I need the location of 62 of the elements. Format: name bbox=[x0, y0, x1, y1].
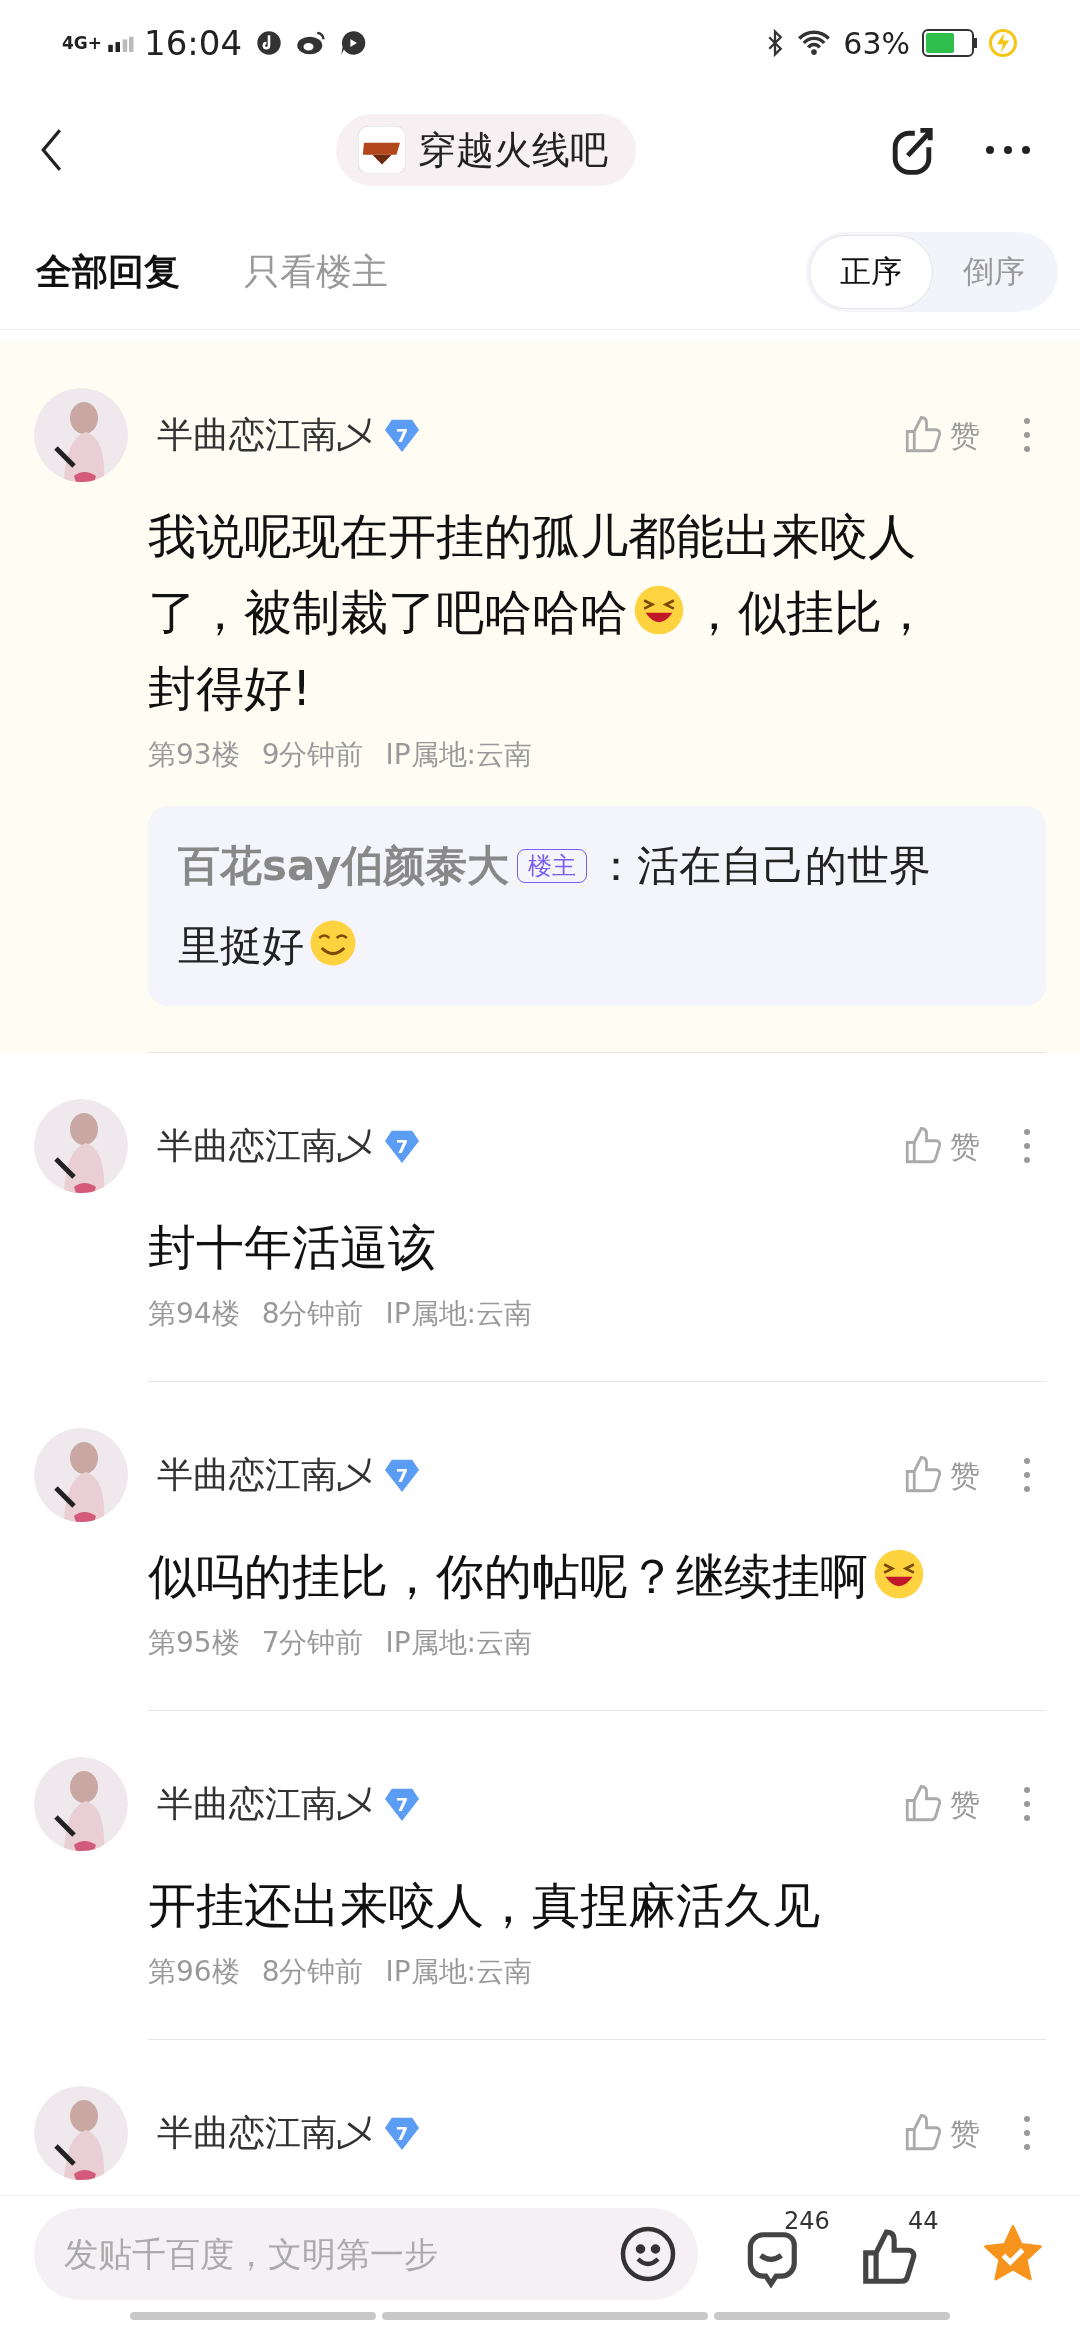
comment-count: 246 bbox=[784, 2206, 830, 2237]
avatar[interactable] bbox=[34, 388, 128, 482]
post-time: 9分钟前 bbox=[261, 737, 364, 773]
comment-text: 了，被制裁了吧哈哈哈 bbox=[148, 584, 628, 640]
avatar[interactable] bbox=[34, 1757, 128, 1851]
chat-bubble-icon bbox=[340, 30, 366, 56]
charging-icon bbox=[988, 28, 1018, 58]
app-notification-icon bbox=[256, 30, 282, 56]
level-badge: 7 bbox=[385, 1787, 419, 1821]
comment-text: ，似挂比， bbox=[690, 584, 930, 640]
username[interactable]: 半曲恋江南乄 bbox=[157, 2106, 373, 2160]
laughing-emoji-icon bbox=[632, 583, 686, 637]
reply-text: 里挺好 bbox=[178, 921, 304, 970]
floor-number: 第96楼 bbox=[148, 1954, 240, 1990]
comment-input[interactable]: 发贴千百度，文明第一步 bbox=[64, 2228, 618, 2280]
comment-text: 封得好! bbox=[148, 660, 312, 716]
ip-location: IP属地:云南 bbox=[385, 1954, 533, 1990]
sort-option[interactable]: 正序 bbox=[809, 234, 933, 309]
level-badge: 7 bbox=[385, 1129, 419, 1163]
username[interactable]: 半曲恋江南乄 bbox=[157, 1448, 373, 1502]
post-time: 7分钟前 bbox=[261, 1625, 364, 1661]
comment-text: 封十年活逼该 bbox=[148, 1219, 436, 1275]
signal-icon bbox=[106, 34, 135, 52]
back-icon bbox=[40, 128, 62, 172]
laughing-emoji-icon bbox=[872, 1547, 926, 1601]
avatar[interactable] bbox=[34, 2086, 128, 2180]
floor-number: 第95楼 bbox=[148, 1625, 240, 1661]
username[interactable]: 半曲恋江南乄 bbox=[157, 1777, 373, 1831]
ip-location: IP属地:云南 bbox=[385, 737, 533, 773]
owner-tag: 楼主 bbox=[517, 849, 588, 883]
weibo-icon bbox=[296, 30, 326, 56]
comment-input-bar[interactable]: 发贴千百度，文明第一步 bbox=[34, 2208, 698, 2300]
smiling-emoji-icon bbox=[308, 918, 358, 968]
reply-text: ：活在自己的世界 bbox=[595, 841, 932, 890]
wifi-icon bbox=[797, 29, 832, 57]
network-indicator: 4G+ bbox=[62, 34, 103, 52]
comment-text: 开挂还出来咬人，真捏麻活久见 bbox=[148, 1877, 820, 1933]
comment-text: 似吗的挂比，你的帖呢？继续挂啊 bbox=[148, 1548, 868, 1604]
floor-number: 第93楼 bbox=[148, 737, 240, 773]
avatar[interactable] bbox=[34, 1428, 128, 1522]
comment-text: 我说呢现在开挂的孤儿都能出来咬人 bbox=[148, 508, 916, 564]
ip-location: IP属地:云南 bbox=[385, 1296, 533, 1332]
tab[interactable]: 全部回复 bbox=[36, 244, 180, 299]
username[interactable]: 半曲恋江南乄 bbox=[157, 408, 373, 462]
forum-chip[interactable]: 穿越火线吧 bbox=[336, 114, 636, 186]
battery-icon bbox=[922, 29, 978, 57]
clock: 16:04 bbox=[144, 21, 242, 65]
avatar[interactable] bbox=[34, 1099, 128, 1193]
ip-location: IP属地:云南 bbox=[385, 1625, 533, 1661]
level-badge: 7 bbox=[385, 2116, 419, 2150]
emoji-icon[interactable] bbox=[618, 2224, 678, 2284]
username[interactable]: 半曲恋江南乄 bbox=[157, 1119, 373, 1173]
post-time: 8分钟前 bbox=[261, 1954, 364, 1990]
post-time: 8分钟前 bbox=[261, 1296, 364, 1332]
level-badge: 7 bbox=[385, 418, 419, 452]
battery-percentage: 63% bbox=[843, 24, 910, 63]
floor-number: 第94楼 bbox=[148, 1296, 240, 1332]
like-count: 44 bbox=[908, 2206, 939, 2237]
reply-card[interactable]: 百花say伯颜泰大 楼主 ：活在自己的世界 里挺好 bbox=[148, 806, 1046, 1006]
forum-logo-icon bbox=[358, 126, 406, 174]
level-badge: 7 bbox=[385, 1458, 419, 1492]
bluetooth-icon bbox=[767, 29, 784, 57]
